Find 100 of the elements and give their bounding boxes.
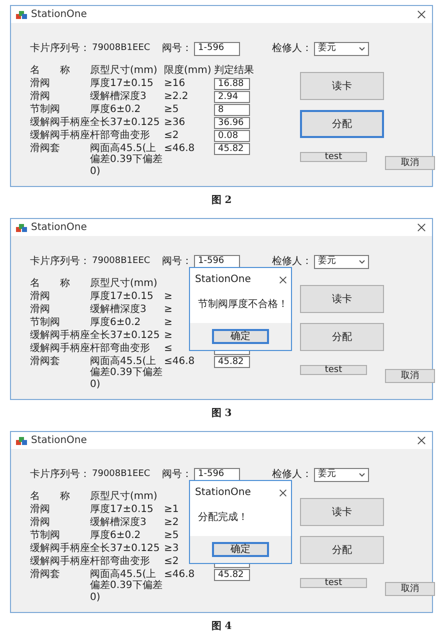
table-cell: ≥ [164, 290, 172, 302]
close-icon[interactable] [417, 10, 426, 19]
table-cell: ≥ [164, 316, 172, 328]
result-field[interactable]: 0.08 [214, 130, 250, 142]
table-cell: ≥5 [164, 530, 179, 542]
field-label: 卡片序列号： [30, 468, 91, 482]
table-cell: 节制阀 [30, 530, 60, 542]
action-button[interactable]: 分配 [300, 323, 384, 351]
table-cell: 节制阀 [30, 104, 60, 116]
table-cell: 杆部弯曲变形 [90, 342, 150, 354]
result-field[interactable]: 45.82 [214, 142, 250, 154]
close-icon[interactable] [279, 488, 287, 496]
app-icon [16, 436, 27, 446]
table-cell-text: ≤46.8 [164, 356, 195, 368]
table-cell: 全长37±0.125 [90, 542, 160, 554]
close-icon[interactable] [417, 223, 426, 232]
column-header: 限度(mm) [164, 65, 212, 76]
table-cell: 厚度6±0.2 [90, 530, 141, 542]
table-cell: 厚度17±0.15 [90, 504, 154, 516]
ok-button[interactable]: 确定 [212, 329, 269, 344]
table-cell: 厚度17±0.15 [90, 78, 154, 90]
column-header: 原型尺寸(mm) [90, 278, 158, 290]
window-title: StationOne [31, 8, 87, 22]
column-header: 名 称 [30, 491, 70, 502]
column-header: 判定结果 [214, 65, 254, 76]
cancel-button[interactable]: 取消 [385, 156, 435, 170]
result-field[interactable]: 45.82 [214, 568, 250, 580]
test-button[interactable]: test [300, 152, 367, 162]
inspector-dropdown[interactable]: 姜元 [314, 42, 369, 56]
table-cell: 滑阀 [30, 304, 50, 316]
action-button[interactable]: 分配 [300, 110, 384, 138]
figure-caption: 图 4 [211, 620, 232, 631]
result-field[interactable]: 8 [214, 104, 250, 116]
result-field[interactable]: 16.88 [214, 78, 250, 90]
valve-number-field[interactable]: 1-596 [194, 42, 240, 56]
table-cell: 缓解阀手柄座 [30, 542, 90, 554]
table-cell: ≥2.2 [164, 90, 188, 102]
table-cell: ≥ [164, 330, 172, 342]
table-cell: 缓解阀手柄座 [30, 556, 90, 568]
ok-button[interactable]: 确定 [212, 542, 269, 557]
field-label: 阀号： [162, 255, 193, 269]
close-icon[interactable] [279, 276, 287, 284]
action-button[interactable]: 分配 [300, 536, 384, 564]
app-icon [16, 222, 27, 232]
field-label: 阀号： [162, 42, 193, 56]
table-cell: 厚度6±0.2 [90, 316, 141, 328]
cancel-button[interactable]: 取消 [385, 582, 435, 596]
card-number: 79008B1EEC [92, 254, 152, 268]
table-cell: ≥2 [164, 516, 179, 528]
table-cell: 滑阀 [30, 90, 50, 102]
window-title: StationOne [31, 221, 87, 235]
field-label: 检修人： [272, 468, 313, 482]
action-button[interactable]: 读卡 [300, 498, 384, 526]
dialog-title: StationOne [195, 273, 251, 287]
table-cell: 缓解槽深度3 [90, 90, 146, 102]
chevron-down-icon [359, 260, 365, 264]
card-number: 79008B1EEC [92, 42, 152, 55]
column-header: 名 称 [30, 65, 70, 76]
test-button[interactable]: test [300, 578, 367, 588]
table-cell: 缓解阀手柄座 [30, 116, 90, 128]
table-cell: ≥36 [164, 116, 186, 128]
table-cell: 缓解阀手柄座 [30, 130, 90, 142]
column-header: 原型尺寸(mm) [90, 491, 158, 502]
dialog-title: StationOne [195, 486, 251, 500]
table-cell: ≥5 [164, 104, 179, 116]
table-cell-text: 滑阀套 [30, 568, 60, 582]
inspector-dropdown[interactable]: 姜元 [314, 254, 369, 268]
table-cell: 滑阀 [30, 78, 50, 90]
chevron-down-icon [359, 472, 365, 476]
action-button[interactable]: 读卡 [300, 72, 384, 100]
action-button[interactable]: 读卡 [300, 285, 384, 313]
chevron-down-icon [359, 46, 365, 50]
table-cell: ≤ [164, 342, 172, 354]
valve-number-field[interactable]: 1-596 [194, 254, 240, 268]
valve-number-field[interactable]: 1-596 [194, 468, 240, 482]
table-cell: 厚度17±0.15 [90, 290, 154, 302]
dialog-message: 节制阀厚度不合格！ [198, 299, 288, 310]
close-icon[interactable] [417, 436, 426, 445]
table-cell-text: 滑阀套 [30, 356, 60, 368]
table-cell: 节制阀 [30, 316, 60, 328]
table-cell: 缓解槽深度3 [90, 304, 146, 316]
dialog-message: 分配完成！ [198, 512, 248, 523]
field-label: 卡片序列号： [30, 42, 91, 56]
table-cell-text: 阀面高45.5(上偏差0.39下偏差0) [90, 356, 164, 390]
field-label: 阀号： [162, 468, 193, 482]
inspector-dropdown[interactable]: 姜元 [314, 468, 369, 482]
result-field[interactable]: 2.94 [214, 90, 250, 102]
cancel-button[interactable]: 取消 [385, 369, 435, 383]
table-cell: 滑阀 [30, 290, 50, 302]
table-cell: 杆部弯曲变形 [90, 130, 150, 142]
table-cell-text: ≤46.8 [164, 142, 195, 156]
table-cell: 缓解槽深度3 [90, 516, 146, 528]
column-header: 原型尺寸(mm) [90, 65, 158, 76]
table-cell-text: 滑阀套 [30, 142, 60, 156]
table-cell: 缓解阀手柄座 [30, 330, 90, 342]
result-field[interactable]: 36.96 [214, 116, 250, 128]
table-cell: 全长37±0.125 [90, 116, 160, 128]
test-button[interactable]: test [300, 365, 367, 375]
result-field[interactable]: 45.82 [214, 356, 250, 368]
table-cell: 滑阀 [30, 516, 50, 528]
